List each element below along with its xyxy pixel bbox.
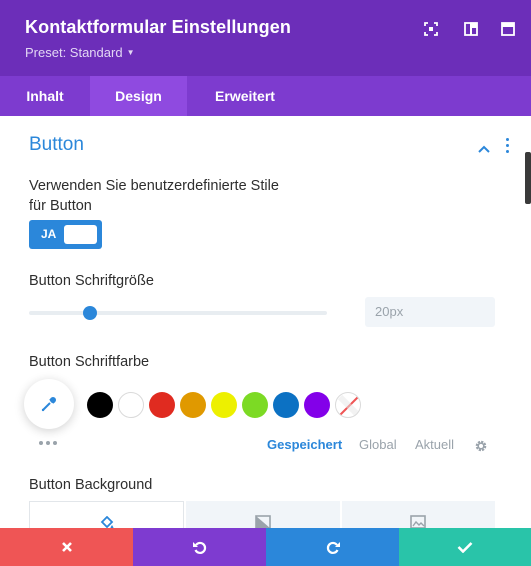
tab-bar: Inhalt Design Erweitert: [0, 76, 531, 116]
modal-header: Kontaktformular Einstellungen Preset: St…: [0, 0, 531, 76]
scrollbar[interactable]: [525, 152, 531, 204]
tab-global-colors[interactable]: Global: [359, 437, 397, 452]
toggle-label: JA: [41, 227, 57, 241]
settings-panel: Button Verwenden Sie benutzerdefinierte …: [0, 116, 531, 528]
custom-styles-toggle[interactable]: JA: [29, 220, 102, 249]
more-options-icon[interactable]: [506, 138, 509, 153]
eyedropper-icon: [41, 397, 56, 412]
image-icon: [410, 515, 427, 528]
tab-design[interactable]: Design: [90, 76, 187, 116]
expand-icon[interactable]: [497, 18, 519, 40]
bg-tab-color[interactable]: [29, 501, 185, 528]
font-color-label: Button Schriftfarbe: [29, 354, 150, 370]
split-view-icon[interactable]: [460, 18, 482, 40]
save-button[interactable]: [399, 528, 531, 566]
swatch-red[interactable]: [149, 392, 175, 418]
font-size-input[interactable]: 20px: [365, 297, 495, 327]
modal-title: Kontaktformular Einstellungen: [25, 17, 291, 37]
caret-down-icon: ▼: [126, 48, 135, 57]
tab-saved-colors[interactable]: Gespeichert: [267, 437, 342, 452]
swatch-black[interactable]: [87, 392, 113, 418]
font-size-slider-track[interactable]: [29, 311, 327, 315]
background-label: Button Background: [29, 477, 153, 493]
swatch-white[interactable]: [118, 392, 144, 418]
swatch-green[interactable]: [242, 392, 268, 418]
swatch-transparent[interactable]: [335, 392, 361, 418]
close-icon: [61, 542, 72, 552]
bg-tab-gradient[interactable]: [186, 501, 340, 528]
preset-dropdown[interactable]: Preset: Standard ▼: [25, 45, 134, 60]
swatch-blue[interactable]: [273, 392, 299, 418]
redo-icon: [326, 541, 340, 555]
action-bar: [0, 528, 531, 566]
gear-icon[interactable]: [474, 439, 488, 458]
gradient-icon: [255, 515, 271, 528]
undo-icon: [192, 541, 206, 555]
focus-icon[interactable]: [420, 18, 442, 40]
eyedropper-button[interactable]: [24, 379, 74, 429]
custom-styles-label: Verwenden Sie benutzerdefinierte Stile f…: [29, 176, 279, 216]
bg-tab-image[interactable]: [341, 501, 495, 528]
tab-inhalt[interactable]: Inhalt: [0, 76, 90, 116]
tab-current-colors[interactable]: Aktuell: [415, 437, 454, 452]
toggle-knob: [64, 225, 97, 244]
paint-bucket-icon: [100, 516, 114, 528]
redo-button[interactable]: [266, 528, 399, 566]
close-button[interactable]: [0, 528, 133, 566]
preset-label: Preset: Standard: [25, 45, 123, 60]
more-colors-icon[interactable]: [39, 441, 57, 445]
font-size-label: Button Schriftgröße: [29, 273, 154, 289]
custom-styles-label-line1: Verwenden Sie benutzerdefinierte Stile: [29, 178, 279, 194]
custom-styles-label-line2: für Button: [29, 198, 92, 214]
section-title: Button: [29, 134, 84, 155]
chevron-up-icon[interactable]: [478, 140, 490, 158]
check-icon: [457, 542, 473, 553]
swatch-purple[interactable]: [304, 392, 330, 418]
swatch-orange[interactable]: [180, 392, 206, 418]
background-type-tabs: [29, 501, 495, 528]
font-size-slider-handle[interactable]: [83, 306, 97, 320]
undo-button[interactable]: [133, 528, 266, 566]
tab-erweitert[interactable]: Erweitert: [187, 76, 303, 116]
swatch-yellow[interactable]: [211, 392, 237, 418]
